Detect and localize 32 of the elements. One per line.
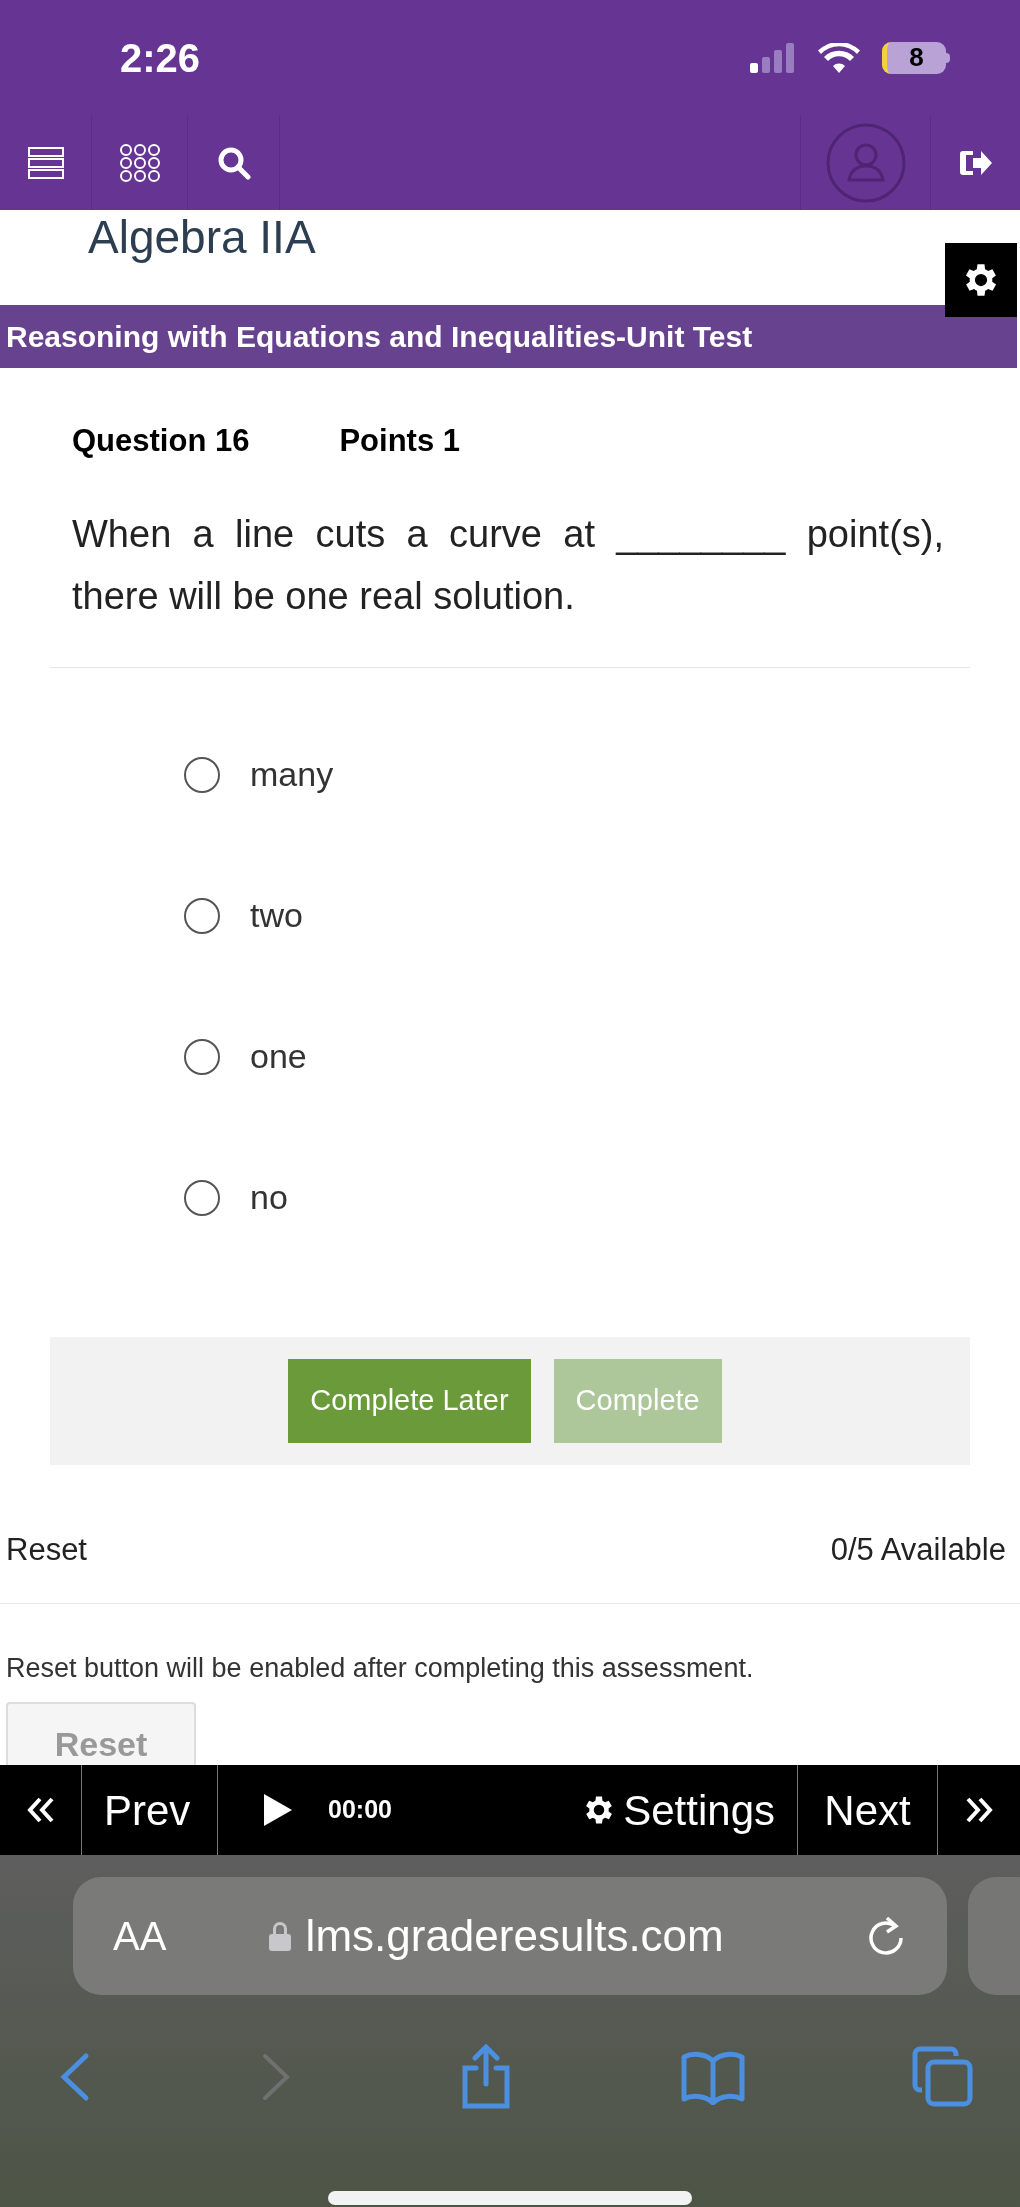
answer-option[interactable]: many	[184, 739, 1020, 810]
lock-icon	[267, 1920, 292, 1952]
question-text: When a line cuts a curve at ________ point(s), there will be one real solution.	[71, 511, 945, 619]
status-time: 2:26	[119, 34, 201, 82]
attempts-available: 0/5 Available	[830, 1531, 1006, 1570]
question-number: Question 16	[72, 422, 250, 460]
player-time: 00:00	[328, 1794, 392, 1826]
logout-icon	[958, 148, 993, 177]
radio-button[interactable]	[184, 756, 220, 793]
reset-note: Reset button will be enabled after completing this assessment.	[5, 1651, 755, 1685]
address-bar[interactable]: AA lms.graderesults.com	[73, 1877, 947, 1995]
url-text: lms.graderesults.com	[305, 1910, 724, 1962]
user-icon	[824, 121, 907, 204]
answer-option[interactable]: one	[184, 1021, 1020, 1092]
menu-icon	[26, 145, 65, 180]
test-title: Reasoning with Equations and Inequalities-Unit Test	[6, 319, 753, 355]
radio-button[interactable]	[184, 1179, 220, 1216]
play-icon	[262, 1792, 294, 1828]
search-icon	[216, 145, 251, 180]
wifi-icon	[818, 42, 860, 73]
answer-option[interactable]: no	[184, 1162, 1020, 1233]
radio-button[interactable]	[184, 897, 220, 934]
signal-icon	[750, 42, 796, 73]
radio-button[interactable]	[184, 1038, 220, 1075]
settings-button[interactable]	[945, 243, 1017, 317]
question-points: Points 1	[339, 422, 461, 460]
battery-level: 8	[909, 41, 924, 74]
course-title: Algebra IIA	[88, 212, 316, 263]
grid-icon	[117, 142, 162, 183]
text-size-button[interactable]: AA	[113, 1906, 167, 1966]
reset-label: Reset	[6, 1531, 87, 1570]
answer-option[interactable]: two	[184, 880, 1020, 951]
